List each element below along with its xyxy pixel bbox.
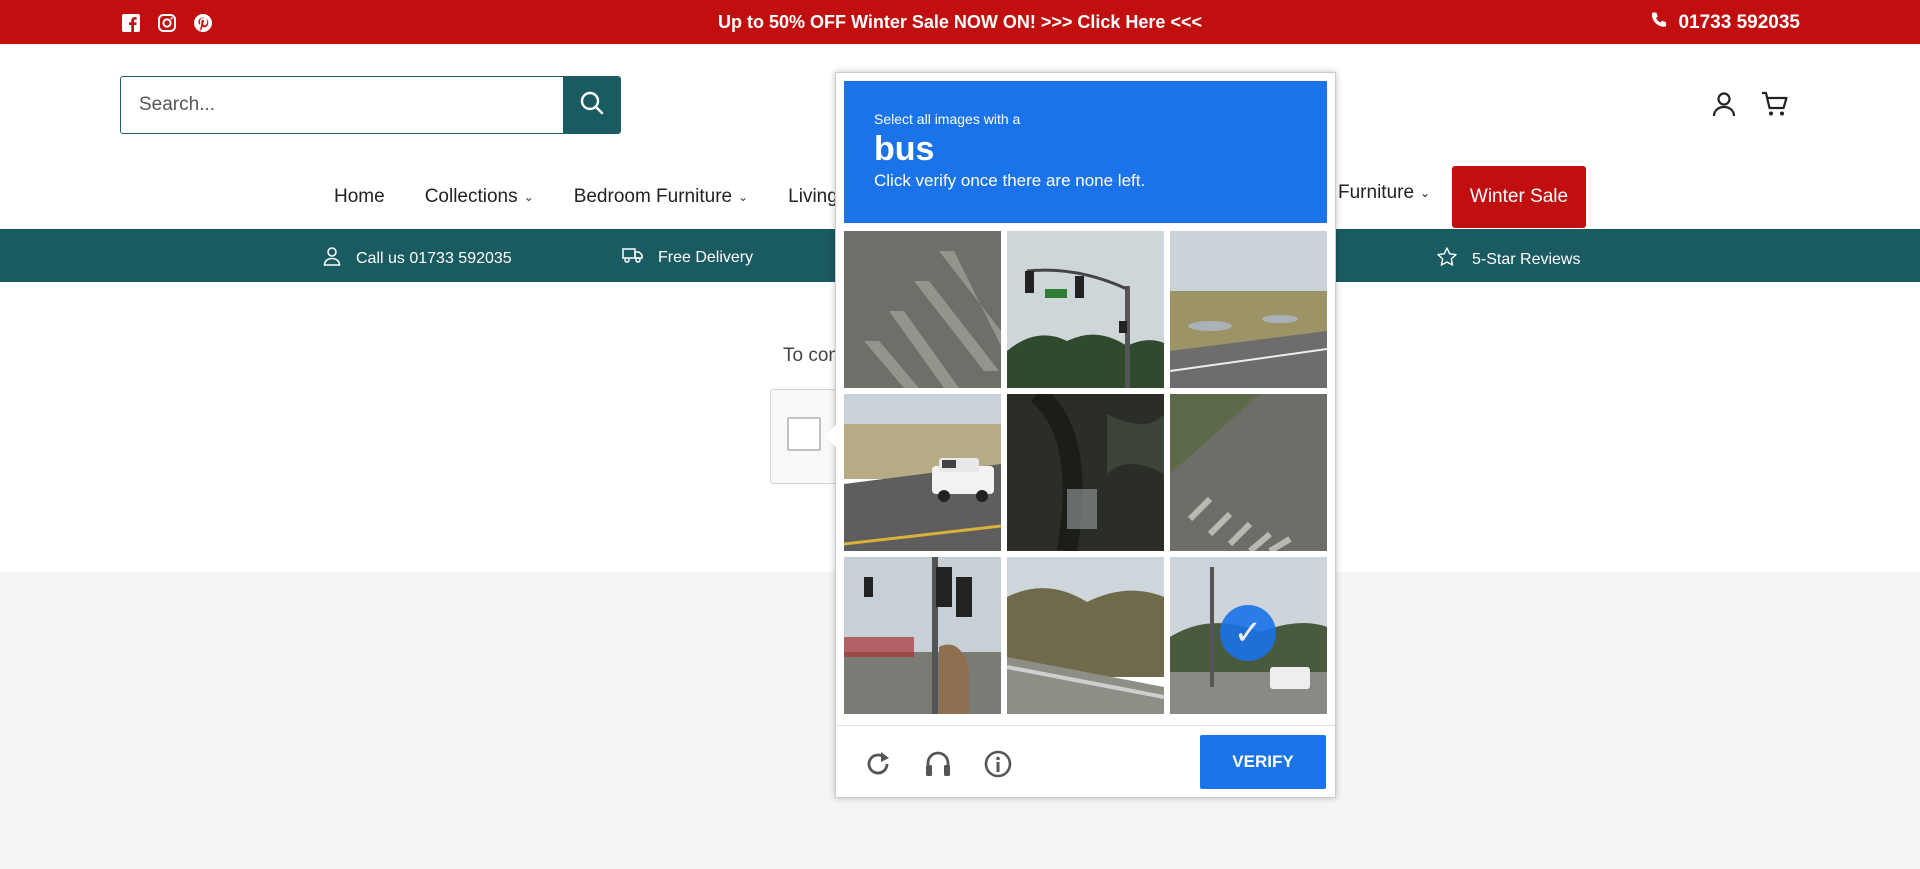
- captcha-grid: ✓: [844, 231, 1328, 715]
- usp-delivery[interactable]: Free Delivery: [622, 246, 753, 269]
- captcha-tile[interactable]: [1170, 231, 1327, 388]
- search-button[interactable]: [563, 77, 620, 133]
- nav-item-home[interactable]: Home: [334, 186, 385, 208]
- nav-item-label: Living: [788, 186, 838, 207]
- search-input[interactable]: Search...: [121, 77, 563, 133]
- captcha-tile[interactable]: [1170, 394, 1327, 551]
- header-actions: [1710, 90, 1790, 123]
- nav-item-label: Collections: [424, 186, 518, 207]
- info-icon[interactable]: [980, 746, 1016, 782]
- recaptcha-checkbox[interactable]: [787, 417, 821, 451]
- cart-icon[interactable]: [1760, 90, 1790, 123]
- promo-link[interactable]: Up to 50% OFF Winter Sale NOW ON! >>> Cl…: [0, 12, 1920, 33]
- captcha-tile[interactable]: [844, 231, 1001, 388]
- usp-call[interactable]: Call us 01733 592035: [322, 246, 512, 271]
- usp-call-text: Call us 01733 592035: [356, 249, 512, 267]
- nav-item-living[interactable]: Living: [788, 186, 838, 208]
- captcha-tile[interactable]: [844, 557, 1001, 714]
- captcha-tile[interactable]: [844, 394, 1001, 551]
- nav-item-label: Bedroom Furniture: [573, 186, 733, 207]
- chevron-down-icon: ⌄: [523, 190, 534, 204]
- winter-sale-button[interactable]: Winter Sale: [1452, 166, 1586, 228]
- search-icon: [579, 90, 605, 121]
- phone-icon: [1650, 11, 1668, 35]
- captcha-target: bus: [874, 130, 935, 168]
- main-nav: Home Collections ⌄ Bedroom Furniture ⌄ Liv…: [334, 166, 878, 228]
- usp-delivery-text: Free Delivery: [658, 248, 754, 266]
- selected-check-icon: ✓: [1220, 605, 1276, 661]
- truck-icon: [622, 246, 644, 269]
- captcha-tile[interactable]: [1007, 231, 1164, 388]
- captcha-header: Select all images with a bus Click verif…: [844, 81, 1327, 223]
- captcha-tile-selected[interactable]: ✓: [1170, 557, 1327, 714]
- nav-item-bedroom-furniture[interactable]: Bedroom Furniture ⌄: [574, 186, 748, 208]
- nav-item-furniture[interactable]: Furniture ⌄: [1338, 182, 1430, 204]
- captcha-dialog: Select all images with a bus Click verif…: [825, 72, 1336, 798]
- captcha-tile[interactable]: [1007, 557, 1164, 714]
- captcha-subtext: Click verify once there are none left.: [874, 171, 1146, 190]
- captcha-tile[interactable]: [1007, 394, 1164, 551]
- reload-icon[interactable]: [860, 746, 896, 782]
- header-phone[interactable]: 01733 592035: [1650, 11, 1800, 35]
- nav-item-label: Home: [334, 186, 385, 207]
- header-phone-number: 01733 592035: [1678, 12, 1800, 33]
- chevron-down-icon: ⌄: [1420, 186, 1431, 200]
- person-icon: [322, 246, 342, 271]
- promo-bar: Up to 50% OFF Winter Sale NOW ON! >>> Cl…: [0, 0, 1920, 44]
- continue-text: To con: [783, 345, 839, 366]
- verify-button[interactable]: VERIFY: [1200, 735, 1326, 789]
- dialog-pointer: [825, 425, 836, 447]
- usp-reviews-text: 5-Star Reviews: [1472, 250, 1581, 268]
- star-icon: [1436, 246, 1458, 273]
- chevron-down-icon: ⌄: [738, 190, 749, 204]
- captcha-tools: [860, 746, 1016, 782]
- usp-reviews[interactable]: 5-Star Reviews: [1436, 246, 1580, 273]
- nav-item-collections[interactable]: Collections ⌄: [425, 186, 534, 208]
- captcha-instruction: Select all images with a: [874, 111, 1021, 127]
- audio-icon[interactable]: [920, 746, 956, 782]
- nav-item-label: Furniture: [1338, 182, 1415, 203]
- account-icon[interactable]: [1710, 90, 1738, 123]
- search-bar: Search...: [120, 76, 621, 134]
